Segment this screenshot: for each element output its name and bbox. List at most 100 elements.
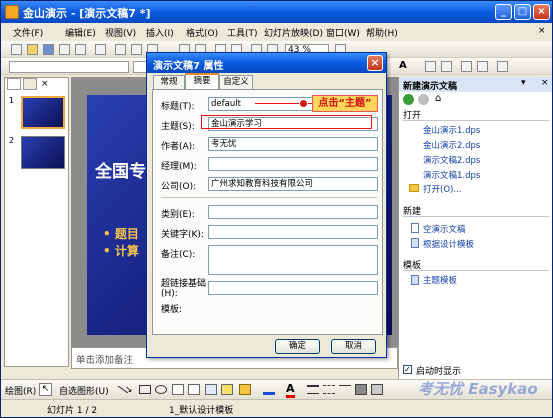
fill-color-icon[interactable] <box>239 384 251 395</box>
slide-thumbnail-2[interactable] <box>21 136 65 169</box>
ok-button[interactable]: 确定 <box>275 339 320 354</box>
subject-highlight-box <box>201 115 372 129</box>
theme-template-link[interactable]: 主题模板 <box>423 274 457 286</box>
slide-layout-icon[interactable] <box>425 61 436 72</box>
slide-thumbnail-1[interactable] <box>21 96 65 129</box>
tab-summary[interactable]: 摘要 <box>185 73 219 90</box>
maximize-button[interactable]: □ <box>514 4 531 20</box>
blank-doc-icon <box>411 223 419 233</box>
slide-count: 幻灯片 1 / 2 <box>47 406 98 416</box>
menu-edit[interactable]: 编辑(E) <box>65 26 96 39</box>
open-more-link[interactable]: 打开(O)... <box>423 183 461 195</box>
textbox-icon[interactable] <box>172 384 184 395</box>
copy-icon[interactable] <box>131 44 142 55</box>
menu-help[interactable]: 帮助(H) <box>366 26 398 39</box>
menu-tools[interactable]: 工具(T) <box>227 26 258 39</box>
design-doc-icon <box>411 238 419 248</box>
menu-window[interactable]: 窗口(W) <box>326 26 360 39</box>
font-select[interactable] <box>9 61 129 73</box>
slide-title[interactable]: 全国专 <box>95 157 146 182</box>
author-field[interactable]: 考无忧 <box>208 137 378 151</box>
back-icon[interactable] <box>403 94 414 105</box>
recent-file-link[interactable]: 金山演示1.dps <box>423 124 480 136</box>
open-icon[interactable] <box>27 44 38 55</box>
new-from-design-link[interactable]: 根据设计模板 <box>423 238 474 250</box>
cut-icon[interactable] <box>115 44 126 55</box>
tab-custom[interactable]: 自定义 <box>219 75 253 89</box>
startup-checkbox[interactable]: ✓ <box>403 365 412 374</box>
slideshow-icon[interactable] <box>497 61 508 72</box>
dash-style-icon[interactable] <box>323 385 335 394</box>
select-pointer-icon[interactable]: ↖ <box>39 383 52 396</box>
wordart-icon[interactable] <box>205 384 217 395</box>
task-pane-close-icon[interactable]: × <box>541 78 549 88</box>
status-bar: 幻灯片 1 / 2 1_默认设计模板 <box>1 399 552 417</box>
dialog-title[interactable]: 演示文稿7 属性 <box>147 53 386 73</box>
menu-close-doc[interactable]: × <box>538 26 546 36</box>
menu-slideshow[interactable]: 幻灯片放映(D) <box>264 26 323 39</box>
divider <box>403 216 549 217</box>
animation-icon[interactable] <box>477 61 488 72</box>
line-color-icon[interactable] <box>263 384 275 395</box>
preview-icon[interactable] <box>75 44 86 55</box>
line-style-icon[interactable] <box>307 385 319 394</box>
shadow-icon[interactable] <box>355 384 367 395</box>
outline-tab-icon[interactable] <box>7 78 21 90</box>
dialog-close-button[interactable]: × <box>367 55 383 71</box>
thumb-number: 1 <box>9 96 15 105</box>
font-color-icon[interactable]: A <box>399 60 407 71</box>
manager-label: 经理(M): <box>161 162 197 172</box>
print-icon[interactable] <box>59 44 70 55</box>
3d-icon[interactable] <box>371 384 383 395</box>
home-icon[interactable]: ⌂ <box>435 93 441 104</box>
comments-label: 备注(C): <box>161 250 196 260</box>
subject-label: 主题(S): <box>161 122 195 132</box>
save-icon[interactable] <box>43 44 54 55</box>
spellcheck-icon[interactable] <box>95 44 106 55</box>
forward-icon[interactable] <box>418 94 429 105</box>
template-icon <box>411 275 419 285</box>
title-label: 标题(T): <box>161 102 195 112</box>
new-slide-icon[interactable] <box>441 61 452 72</box>
font-color-draw-icon[interactable]: A <box>286 382 295 398</box>
cancel-button[interactable]: 取消 <box>331 339 376 354</box>
recent-file-link[interactable]: 演示文稿1.dps <box>423 169 480 181</box>
task-pane-title: 新建演示文稿 <box>399 77 552 92</box>
minimize-button[interactable]: _ <box>495 4 512 20</box>
new-icon[interactable] <box>11 44 22 55</box>
tab-general[interactable]: 常规 <box>153 75 185 89</box>
hyperlink-label: 超链接基础(H): <box>161 279 207 299</box>
hyperlink-field[interactable] <box>208 281 378 295</box>
ellipse-icon[interactable] <box>155 385 167 394</box>
manager-field[interactable] <box>208 157 378 171</box>
close-pane-icon[interactable]: × <box>41 79 49 89</box>
menu-insert[interactable]: 插入(I) <box>146 26 174 39</box>
task-pane-dropdown-icon[interactable]: ▾ <box>521 78 526 88</box>
callout-dot-icon <box>299 99 308 108</box>
close-window-button[interactable]: × <box>533 4 550 20</box>
slide-bullet[interactable]: • 计算 <box>103 242 139 259</box>
rectangle-icon[interactable] <box>139 385 151 394</box>
autoshape-menu[interactable]: 自选图形(U) <box>59 384 109 397</box>
vertical-textbox-icon[interactable] <box>188 384 200 395</box>
title-bar[interactable]: 金山演示 - [演示文稿7 *] _ □ × <box>1 1 552 23</box>
recent-file-link[interactable]: 演示文稿2.dps <box>423 154 480 166</box>
callout-label: 点击“主题” <box>312 95 378 112</box>
draw-menu[interactable]: 绘图(R) <box>5 384 36 397</box>
slide-bullet[interactable]: • 题目 <box>103 225 139 242</box>
new-blank-link[interactable]: 空演示文稿 <box>423 223 466 235</box>
company-field[interactable]: 广州求知教育科技有限公司 <box>208 177 378 191</box>
keywords-label: 关键字(K): <box>161 230 204 240</box>
design-icon[interactable] <box>461 61 472 72</box>
menu-file[interactable]: 文件(F) <box>13 26 43 39</box>
menu-view[interactable]: 视图(V) <box>105 26 136 39</box>
arrow-icon[interactable]: ↘ <box>125 385 133 395</box>
arrow-style-icon[interactable] <box>339 385 351 394</box>
comments-field[interactable] <box>208 245 378 275</box>
category-field[interactable] <box>208 205 378 219</box>
menu-format[interactable]: 格式(O) <box>186 26 218 39</box>
slides-tab-icon[interactable] <box>23 78 37 90</box>
keywords-field[interactable] <box>208 225 378 239</box>
recent-file-link[interactable]: 金山演示2.dps <box>423 139 480 151</box>
picture-icon[interactable] <box>221 384 233 395</box>
